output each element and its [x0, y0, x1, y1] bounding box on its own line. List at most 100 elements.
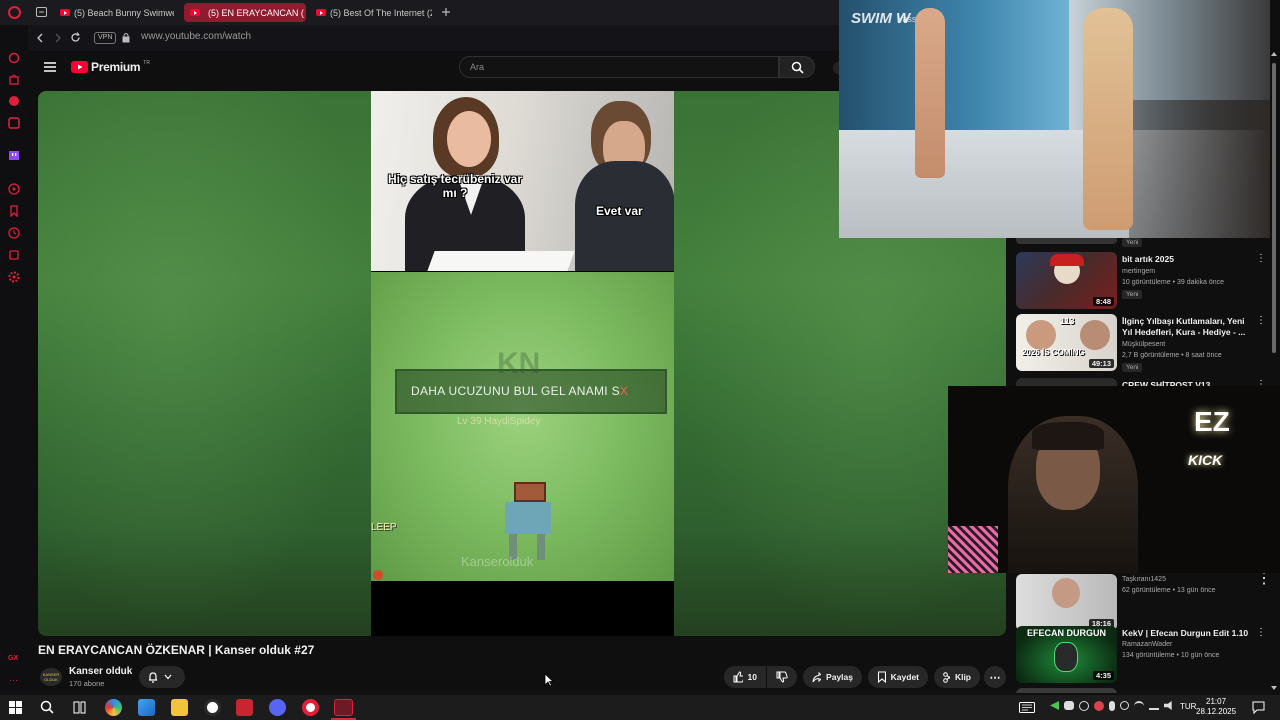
tray-app-icon[interactable] — [1120, 701, 1129, 710]
channel-avatar[interactable]: KANSER OLDUK — [40, 668, 62, 686]
extensions-icon[interactable] — [8, 249, 20, 261]
lock-icon[interactable] — [122, 32, 130, 43]
edge-icon[interactable] — [138, 699, 155, 716]
more-vert-icon[interactable]: ⋮ — [1256, 316, 1266, 328]
aria-icon[interactable] — [8, 52, 20, 64]
clock-app-icon[interactable] — [204, 699, 221, 716]
wifi-icon[interactable] — [1149, 701, 1159, 710]
kick-neon-text: KICK — [1188, 452, 1223, 468]
rec-title[interactable]: bit artık 2025 — [1122, 254, 1250, 265]
forward-icon[interactable] — [54, 33, 62, 43]
workspaces-icon[interactable] — [36, 7, 47, 17]
settings-icon[interactable] — [8, 271, 20, 283]
history-icon[interactable] — [8, 227, 20, 239]
chevron-down-icon — [164, 674, 172, 680]
microphone-icon[interactable] — [1109, 701, 1115, 711]
reload-icon[interactable] — [70, 32, 81, 43]
language-indicator[interactable]: TUR — [1180, 702, 1196, 711]
rec-channel[interactable]: Müşkülpesent — [1122, 341, 1165, 348]
rec-thumbnail[interactable]: EFECAN DURGUN 4:35 — [1016, 626, 1117, 683]
scissors-icon — [943, 671, 950, 683]
new-tab-icon[interactable] — [441, 7, 451, 17]
rec-thumbnail[interactable]: 2026 İS COMİNG 113 49:13 — [1016, 314, 1117, 371]
opera-logo-icon[interactable] — [8, 6, 21, 19]
twitch-icon[interactable] — [8, 150, 20, 162]
tray-app-icon[interactable] — [1094, 701, 1104, 711]
list-item[interactable]: 18:16 Taşkıranı1425 62 görüntüleme • 13 … — [1016, 570, 1270, 634]
save-button[interactable]: Kaydet — [868, 666, 928, 688]
menu-icon[interactable] — [44, 62, 56, 72]
subscription-bell-button[interactable] — [139, 666, 185, 688]
share-button[interactable]: Paylaş — [803, 666, 862, 688]
hotbar-item — [373, 570, 383, 580]
tab-label: (5) Best Of The Internet (2 — [330, 7, 432, 18]
tray-app-icon[interactable] — [1050, 701, 1059, 710]
rec-title[interactable]: KekV | Efecan Durgun Edit 1.10 — [1122, 628, 1250, 639]
youtube-premium-logo[interactable]: Premium TR — [71, 60, 150, 74]
vpn-badge[interactable]: VPN — [94, 32, 117, 44]
search-button[interactable] — [779, 56, 815, 78]
picture-in-picture-runway-video[interactable]: SWIM W Yasss.com — [839, 0, 1270, 238]
rec-thumbnail[interactable]: 18:16 — [1016, 574, 1117, 631]
share-icon — [812, 671, 822, 682]
volume-icon[interactable] — [1164, 701, 1172, 710]
youtube-favicon-icon — [316, 9, 326, 16]
widgets-icon[interactable] — [1019, 702, 1035, 713]
clock[interactable]: 21:07 28.12.2025 — [1196, 697, 1236, 717]
channel-name[interactable]: Kanser olduk — [69, 666, 132, 677]
clip-button[interactable]: Klip — [934, 666, 980, 688]
more-icon[interactable]: ⋯ — [9, 675, 18, 686]
player-icon[interactable] — [8, 183, 20, 195]
bag-icon[interactable] — [8, 73, 20, 85]
rec-title[interactable]: İlginç Yılbaşı Kutlamaları, Yeni Yıl Hed… — [1122, 316, 1250, 338]
search-icon[interactable] — [40, 700, 54, 714]
search-icon — [791, 61, 804, 74]
more-actions-button[interactable]: ⋯ — [984, 666, 1006, 688]
url-field[interactable]: www.youtube.com/watch — [141, 31, 251, 42]
like-count: 10 — [747, 672, 757, 682]
more-vert-icon[interactable]: ⋮ — [1256, 628, 1266, 640]
voicemod-icon[interactable] — [236, 699, 253, 716]
new-badge: Yeni — [1122, 290, 1143, 299]
news-icon[interactable] — [8, 117, 20, 129]
headset-icon[interactable] — [1134, 701, 1144, 711]
video-frame[interactable]: Hiç satış tecrübeniz var mı ? Evet var K… — [371, 91, 674, 636]
windows-start-icon[interactable] — [9, 701, 22, 714]
messenger-icon[interactable] — [8, 95, 20, 107]
discord-tray-icon[interactable] — [1064, 701, 1074, 710]
rec-thumbnail[interactable] — [1016, 688, 1117, 693]
opera-icon[interactable] — [302, 699, 319, 716]
tab-beach-bunny[interactable]: (5) Beach Bunny Swimwe — [54, 3, 174, 22]
list-item[interactable] — [1016, 688, 1266, 693]
search-input[interactable]: Ara — [459, 56, 779, 78]
video-watermark: Kanserolduk — [461, 554, 534, 569]
task-view-icon[interactable] — [73, 701, 86, 714]
discord-icon[interactable] — [269, 699, 286, 716]
model-figure — [1083, 8, 1133, 230]
tab-best-of-internet[interactable]: (5) Best Of The Internet (2 — [310, 3, 432, 22]
like-button[interactable]: 10 — [724, 666, 766, 688]
rec-meta: 10 görüntüleme • 39 dakika önce — [1122, 279, 1225, 286]
list-item[interactable]: 2026 İS COMİNG 113 49:13 İlginç Yılbaşı … — [1016, 314, 1266, 374]
rec-channel[interactable]: Taşkıranı1425 — [1122, 576, 1166, 583]
scrollbar[interactable] — [1270, 51, 1278, 691]
list-item[interactable]: 8:48 bit artık 2025 mertingem 10 görüntü… — [1016, 252, 1266, 312]
rec-channel[interactable]: mertingem — [1122, 268, 1155, 275]
notification-icon[interactable] — [1252, 701, 1265, 714]
rec-thumbnail-partial[interactable] — [1016, 238, 1117, 244]
rec-channel[interactable]: RamazanWader — [1122, 641, 1172, 648]
bookmark-icon[interactable] — [8, 205, 20, 217]
back-icon[interactable] — [36, 33, 44, 43]
tray-app-icon[interactable] — [1079, 701, 1089, 711]
more-vert-icon[interactable]: ⋮ — [1256, 254, 1266, 266]
opera-gx-icon[interactable] — [334, 699, 353, 716]
picture-in-picture-webcam[interactable]: EZ KICK — [948, 386, 1280, 573]
copilot-icon[interactable] — [105, 699, 122, 716]
santa-hat — [1050, 254, 1084, 266]
tab-eraycancan[interactable]: (5) EN ERAYCANCAN ( — [184, 3, 306, 22]
gx-badge: GX — [8, 655, 19, 662]
file-explorer-icon[interactable] — [171, 699, 188, 716]
list-item[interactable]: EFECAN DURGUN 4:35 KekV | Efecan Durgun … — [1016, 626, 1266, 686]
dislike-button[interactable] — [767, 666, 797, 688]
rec-thumbnail[interactable]: 8:48 — [1016, 252, 1117, 309]
